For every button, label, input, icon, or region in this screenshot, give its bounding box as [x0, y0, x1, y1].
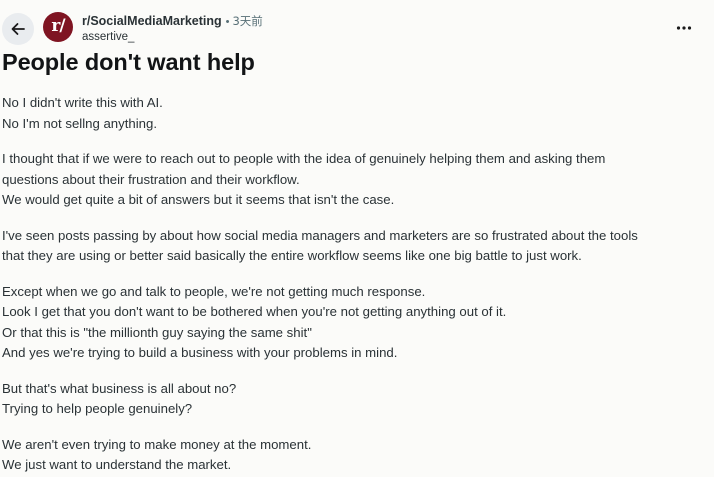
post-text-line: Trying to help people genuinely?: [2, 401, 193, 416]
post-paragraph: No I didn't write this with AI. No I'm no…: [2, 93, 702, 134]
post-meta: r/SocialMediaMarketing • 3天前 assertive_: [82, 13, 263, 43]
post-paragraph: I've seen posts passing by about how soc…: [2, 226, 702, 267]
more-horizontal-icon: [676, 26, 692, 30]
post-text-line: We aren't even trying to make money at t…: [2, 436, 312, 452]
post-text-line: that they are using or better said basic…: [2, 248, 582, 263]
post-paragraph: I thought that if we were to reach out t…: [2, 149, 702, 211]
author-link[interactable]: assertive_: [82, 31, 263, 43]
meta-line: r/SocialMediaMarketing • 3天前: [82, 13, 263, 30]
post-time: 3天前: [232, 14, 263, 28]
post-title: People don't want help: [2, 49, 255, 75]
post-text-line: Except when we go and talk to people, we…: [2, 283, 426, 299]
post-text-line: We would get quite a bit of answers but …: [2, 192, 395, 207]
meta-separator: •: [225, 16, 230, 28]
post-text-line: I've seen posts passing by about how soc…: [2, 227, 638, 243]
arrow-left-icon: [11, 23, 25, 35]
post-text-line: But that's what business is all about no…: [2, 380, 237, 396]
subreddit-avatar[interactable]: r/: [43, 12, 73, 42]
post-body: No I didn't write this with AI. No I'm no…: [2, 93, 702, 477]
post-text-line: No I'm not sellng anything.: [2, 115, 157, 131]
post-text-line: No I didn't write this with AI.: [2, 95, 163, 110]
more-options-button[interactable]: [670, 18, 698, 38]
post-text-line: And yes we're trying to build a business…: [2, 345, 398, 360]
subreddit-link[interactable]: r/SocialMediaMarketing: [82, 14, 222, 28]
post-text-line: questions about their frustration and th…: [2, 171, 300, 187]
back-button[interactable]: [2, 13, 34, 45]
post-paragraph: But that's what business is all about no…: [2, 379, 702, 420]
post-paragraph: We aren't even trying to make money at t…: [2, 435, 702, 476]
post-text-line: Or that this is "the millionth guy sayin…: [2, 324, 312, 340]
post-page: r/ r/SocialMediaMarketing • 3天前 assertiv…: [0, 0, 714, 477]
post-text-line: Look I get that you don't want to be bot…: [2, 304, 507, 319]
post-header: r/ r/SocialMediaMarketing • 3天前 assertiv…: [0, 0, 714, 56]
post-paragraph: Except when we go and talk to people, we…: [2, 282, 702, 364]
avatar-text: r/: [51, 16, 65, 36]
post-text-line: We just want to understand the market.: [2, 457, 232, 472]
post-text-line: I thought that if we were to reach out t…: [2, 151, 606, 166]
